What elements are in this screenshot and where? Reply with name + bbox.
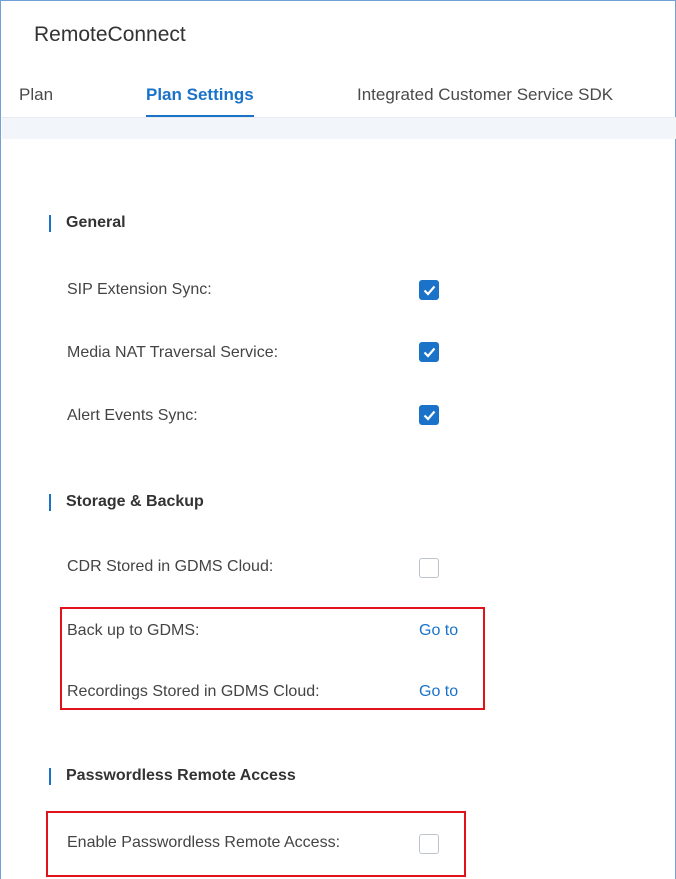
cdr-stored-label: CDR Stored in GDMS Cloud: bbox=[67, 558, 274, 575]
section-marker bbox=[49, 768, 51, 785]
check-icon bbox=[423, 410, 436, 421]
section-marker bbox=[49, 215, 51, 232]
section-marker bbox=[49, 494, 51, 511]
section-general-title: General bbox=[66, 214, 126, 231]
check-icon bbox=[423, 285, 436, 296]
content-header-band bbox=[2, 117, 676, 139]
recordings-go-to-link[interactable]: Go to bbox=[419, 683, 458, 701]
media-nat-traversal-label: Media NAT Traversal Service: bbox=[67, 344, 279, 361]
alert-events-sync-label: Alert Events Sync: bbox=[67, 407, 198, 424]
recordings-stored-label: Recordings Stored in GDMS Cloud: bbox=[67, 683, 320, 700]
media-nat-traversal-checkbox[interactable] bbox=[419, 342, 439, 362]
tab-plan[interactable]: Plan bbox=[19, 85, 53, 105]
check-icon bbox=[423, 347, 436, 358]
section-storage-backup-title: Storage & Backup bbox=[66, 493, 204, 510]
section-storage-backup: Storage & Backup bbox=[49, 493, 204, 511]
tab-integrated-customer-service-sdk[interactable]: Integrated Customer Service SDK bbox=[357, 85, 613, 105]
section-passwordless-remote-access: Passwordless Remote Access bbox=[49, 767, 296, 785]
backup-go-to-link[interactable]: Go to bbox=[419, 622, 458, 640]
section-general: General bbox=[49, 214, 126, 232]
tab-plan-settings-label: Plan Settings bbox=[146, 85, 254, 104]
settings-panel: RemoteConnect Plan Plan Settings Integra… bbox=[0, 0, 676, 879]
sip-extension-sync-label: SIP Extension Sync: bbox=[67, 281, 212, 298]
tab-plan-settings[interactable]: Plan Settings bbox=[146, 85, 254, 118]
alert-events-sync-checkbox[interactable] bbox=[419, 405, 439, 425]
cdr-stored-checkbox[interactable] bbox=[419, 558, 439, 578]
backup-to-gdms-label: Back up to GDMS: bbox=[67, 622, 200, 639]
tab-bar: Plan Plan Settings Integrated Customer S… bbox=[1, 73, 676, 118]
enable-passwordless-checkbox[interactable] bbox=[419, 834, 439, 854]
sip-extension-sync-checkbox[interactable] bbox=[419, 280, 439, 300]
enable-passwordless-label: Enable Passwordless Remote Access: bbox=[67, 834, 341, 851]
app-title: RemoteConnect bbox=[34, 23, 186, 46]
section-passwordless-title: Passwordless Remote Access bbox=[66, 767, 296, 784]
